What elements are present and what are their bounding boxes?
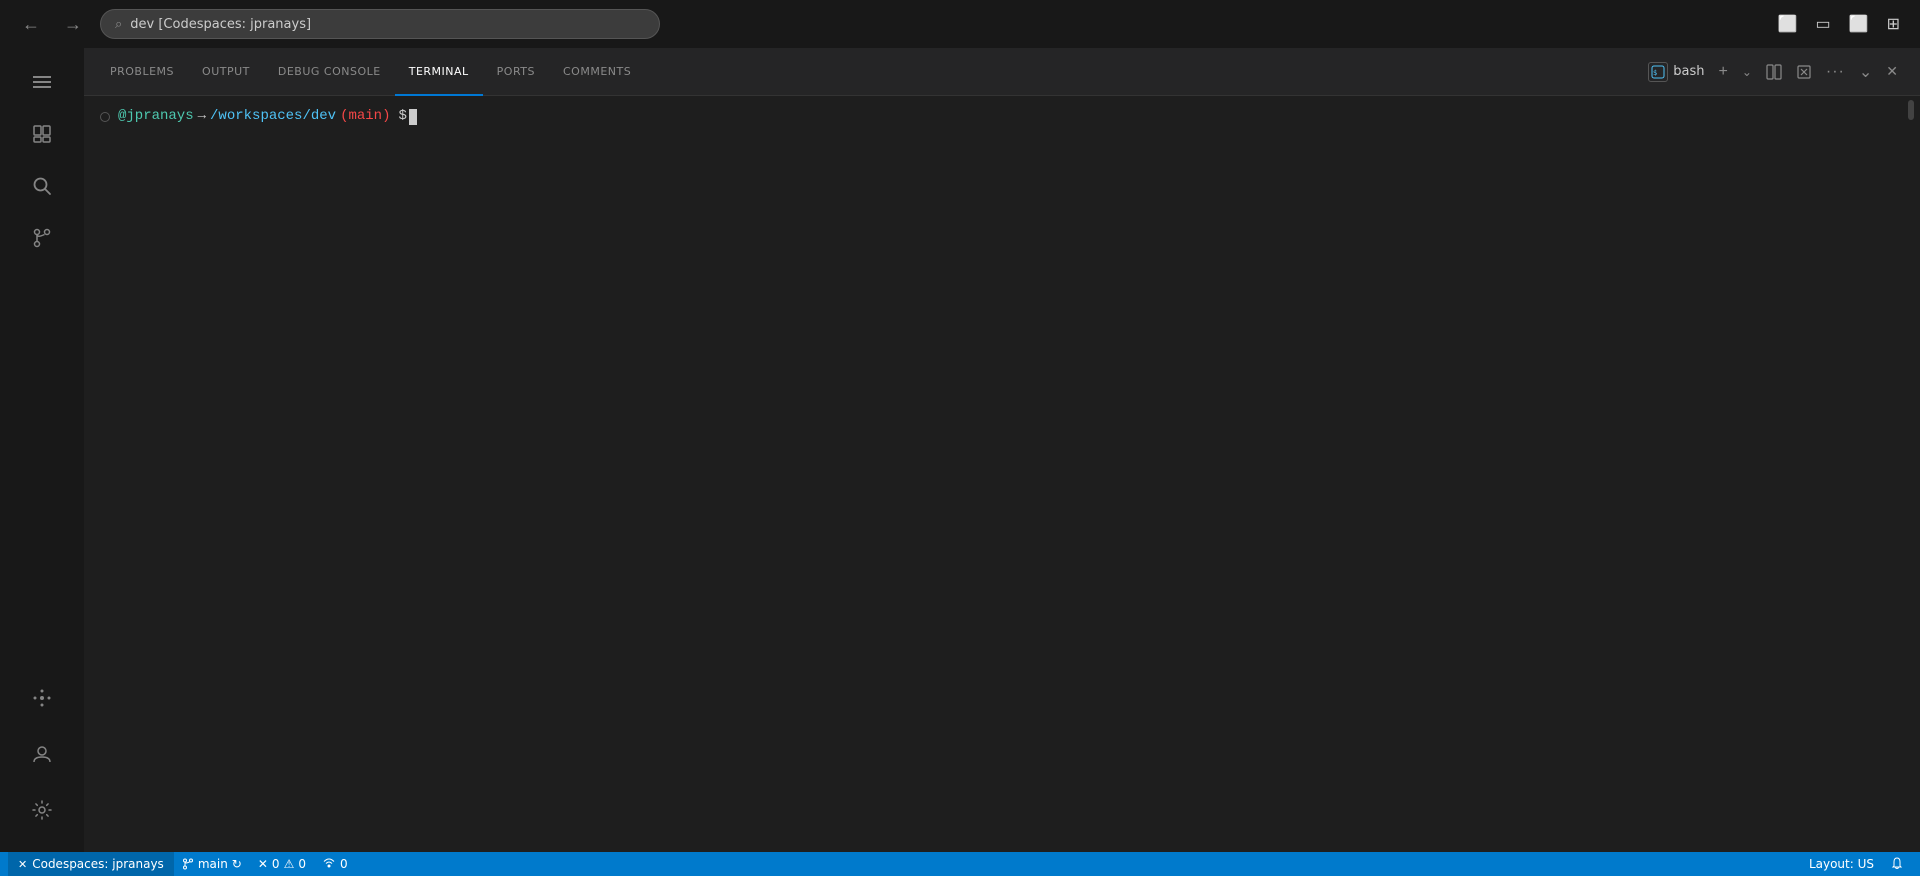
tab-debug-console[interactable]: DEBUG CONSOLE [264,48,395,96]
broadcast-icon [322,857,336,871]
codespace-label: Codespaces: jpranays [32,857,164,871]
tab-output[interactable]: OUTPUT [188,48,264,96]
terminal-cursor [409,109,417,125]
activity-bar-bottom [18,672,66,844]
bell-icon [1890,857,1904,871]
broadcast-status[interactable]: 0 [314,852,356,876]
search-button[interactable] [18,162,66,210]
toggle-panel-button[interactable]: ▭ [1812,10,1835,38]
branch-icon [182,858,194,870]
warning-icon: ⚠ [284,857,295,871]
terminal-branch: (main) [340,106,390,127]
terminal-circle-icon [100,112,110,122]
back-button[interactable]: ← [16,10,46,39]
maximize-panel-button[interactable]: ⌄ [1853,58,1878,86]
title-bar: ← → ⌕ dev [Codespaces: jpranays] ⬜ ▭ ⬜ ⊞ [0,0,1920,48]
branch-status[interactable]: main ↻ [174,852,250,876]
activity-bar [0,48,84,852]
terminal-prompt-char: $ [398,106,406,127]
panel-tabs: PROBLEMS OUTPUT DEBUG CONSOLE TERMINAL P… [84,48,1920,96]
layout-label: Layout: US [1809,857,1874,871]
codespace-x-icon: ✕ [18,858,27,871]
search-bar[interactable]: ⌕ dev [Codespaces: jpranays] [100,9,660,39]
sync-icon: ↻ [232,857,242,871]
layout-status[interactable]: Layout: US [1801,852,1882,876]
forward-button[interactable]: → [58,10,88,39]
error-icon: ✕ [258,857,268,871]
error-count: 0 [272,857,280,871]
tab-terminal[interactable]: TERMINAL [395,48,483,96]
chevron-down2-icon: ⌄ [1859,62,1872,82]
source-control-button[interactable] [18,214,66,262]
panel-tab-actions: $ bash + ⌄ [1642,48,1908,95]
warning-count: 0 [298,857,306,871]
status-bar: ✕ Codespaces: jpranays main ↻ ✕ 0 ⚠ 0 [0,852,1920,876]
launch-profile-button[interactable]: ⌄ [1736,61,1758,83]
customize-layout-button[interactable]: ⊞ [1883,10,1904,38]
settings-button[interactable] [18,786,66,834]
tab-comments[interactable]: COMMENTS [549,48,645,96]
main-layout: PROBLEMS OUTPUT DEBUG CONSOLE TERMINAL P… [0,48,1920,852]
bash-terminal-label[interactable]: $ bash [1642,58,1710,86]
terminal-prompt-line: @jpranays → /workspaces/dev (main) $ [100,106,1904,127]
status-bar-left: ✕ Codespaces: jpranays main ↻ ✕ 0 ⚠ 0 [8,852,356,876]
toggle-primary-sidebar-button[interactable]: ⬜ [1774,10,1802,38]
errors-status[interactable]: ✕ 0 ⚠ 0 [250,852,314,876]
terminal-path: /workspaces/dev [210,106,336,127]
broadcast-count: 0 [340,857,348,871]
svg-text:$: $ [1653,69,1657,77]
notifications-button[interactable] [1882,852,1912,876]
terminal-arrow: → [198,106,206,127]
panel: PROBLEMS OUTPUT DEBUG CONSOLE TERMINAL P… [84,48,1920,852]
kill-terminal-button[interactable] [1790,60,1818,84]
split-terminal-button[interactable] [1760,60,1788,84]
close-panel-button[interactable]: ✕ [1880,59,1904,84]
account-button[interactable] [18,730,66,778]
bash-icon: $ [1648,62,1668,82]
tab-ports[interactable]: PORTS [483,48,549,96]
codespace-status[interactable]: ✕ Codespaces: jpranays [8,852,174,876]
search-icon: ⌕ [115,17,122,32]
new-terminal-button[interactable]: + [1712,59,1733,85]
chevron-down-icon: ⌄ [1742,65,1752,79]
title-bar-left: ← → ⌕ dev [Codespaces: jpranays] [16,9,660,39]
toggle-secondary-sidebar-button[interactable]: ⬜ [1845,10,1873,38]
add-icon: + [1718,63,1727,81]
more-icon: ··· [1826,63,1845,81]
menu-button[interactable] [18,58,66,106]
editor-area: PROBLEMS OUTPUT DEBUG CONSOLE TERMINAL P… [84,48,1920,852]
explorer-button[interactable] [18,110,66,158]
title-bar-right: ⬜ ▭ ⬜ ⊞ [1774,10,1904,38]
branch-label: main [198,857,228,871]
status-bar-right: Layout: US [1801,852,1912,876]
terminal-username: @jpranays [118,106,194,127]
terminal-content[interactable]: @jpranays → /workspaces/dev (main) $ [84,96,1920,852]
extensions-button[interactable] [18,674,66,722]
more-actions-button[interactable]: ··· [1820,59,1851,85]
tab-problems[interactable]: PROBLEMS [96,48,188,96]
search-bar-text: dev [Codespaces: jpranays] [130,17,311,32]
close-icon: ✕ [1886,63,1898,80]
bash-label: bash [1673,64,1704,79]
